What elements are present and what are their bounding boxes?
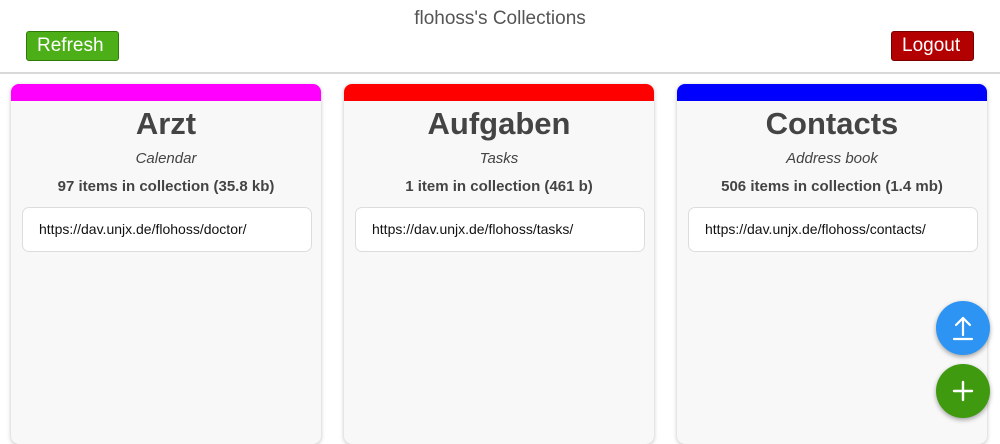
collection-name: Contacts [765, 106, 899, 141]
upload-button[interactable] [936, 301, 990, 355]
collection-color-bar [11, 84, 321, 101]
collection-card-arzt[interactable]: Arzt Calendar 97 items in collection (35… [11, 84, 321, 444]
collection-name: Aufgaben [427, 106, 571, 141]
plus-icon [952, 380, 974, 402]
header: flohoss's Collections Refresh Logout [0, 0, 1000, 74]
collection-card-aufgaben[interactable]: Aufgaben Tasks 1 item in collection (461… [344, 84, 654, 444]
collections-list: Arzt Calendar 97 items in collection (35… [0, 84, 1000, 444]
collection-url[interactable]: https://dav.unjx.de/flohoss/contacts/ [688, 207, 978, 252]
collection-url[interactable]: https://dav.unjx.de/flohoss/tasks/ [355, 207, 645, 252]
collection-color-bar [344, 84, 654, 101]
collection-count: 1 item in collection (461 b) [405, 178, 593, 195]
refresh-button[interactable]: Refresh [26, 31, 119, 61]
collection-count: 97 items in collection (35.8 kb) [57, 178, 275, 195]
collection-name: Arzt [135, 106, 197, 141]
collection-type: Calendar [135, 150, 197, 167]
collection-count: 506 items in collection (1.4 mb) [721, 178, 943, 195]
upload-icon [952, 316, 974, 341]
collection-color-bar [677, 84, 987, 101]
logout-button[interactable]: Logout [891, 31, 974, 61]
collection-type: Address book [786, 150, 878, 167]
collection-type: Tasks [479, 150, 519, 167]
collection-url[interactable]: https://dav.unjx.de/flohoss/doctor/ [22, 207, 312, 252]
page-title: flohoss's Collections [414, 8, 586, 29]
add-collection-button[interactable] [936, 364, 990, 418]
